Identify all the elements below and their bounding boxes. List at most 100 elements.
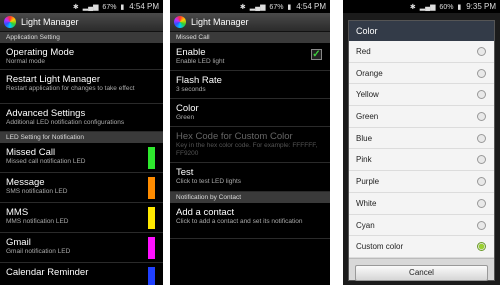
radio-button[interactable] [477, 177, 486, 187]
radio-button[interactable] [477, 68, 486, 78]
missed-call-led-item[interactable]: Missed Call Missed call notification LED [0, 143, 163, 173]
option-label: Green [356, 112, 379, 122]
item-summary: Additional LED notification configuratio… [6, 119, 125, 126]
color-option-custom[interactable]: Custom color [349, 236, 494, 258]
color-option-blue[interactable]: Blue [349, 128, 494, 150]
color-item[interactable]: Color Green [170, 99, 330, 127]
battery-level: 67% [102, 4, 117, 11]
item-title: Hex Code for Custom Color [176, 131, 293, 142]
item-title: Gmail [6, 237, 31, 248]
option-label: Yellow [356, 90, 379, 100]
led-color-swatch [148, 147, 155, 169]
color-options-list: Red Orange Yellow Green Blue Pink Purple… [349, 41, 494, 258]
color-option-white[interactable]: White [349, 193, 494, 215]
item-title: Enable [176, 47, 206, 58]
app-title-bar: Light Manager [0, 13, 163, 32]
option-label: Cyan [356, 220, 375, 230]
add-contact-item[interactable]: Add a contact Click to add a contact and… [170, 203, 330, 239]
item-title: Color [176, 103, 199, 114]
status-time: 4:54 PM [129, 2, 159, 11]
status-bar: ✱ ▂▄▆ 67% ▮ 4:54 PM [170, 0, 330, 13]
color-option-pink[interactable]: Pink [349, 149, 494, 172]
color-option-yellow[interactable]: Yellow [349, 84, 494, 107]
item-title: Advanced Settings [6, 108, 86, 119]
item-title: Test [176, 167, 194, 178]
message-led-item[interactable]: Message SMS notification LED [0, 173, 163, 203]
flash-rate-item[interactable]: Flash Rate 3 seconds [170, 71, 330, 99]
app-title-bar: Light Manager [170, 13, 330, 32]
item-summary: Missed call notification LED [6, 158, 86, 165]
option-label: Purple [356, 177, 380, 187]
option-label: Custom color [356, 242, 404, 252]
bluetooth-icon: ✱ [239, 4, 246, 11]
advanced-settings-item[interactable]: Advanced Settings Additional LED notific… [0, 104, 163, 132]
option-label: White [356, 198, 377, 208]
section-header-application-setting: Application Setting [0, 32, 163, 43]
color-option-cyan[interactable]: Cyan [349, 215, 494, 237]
signal-icon: ▂▄▆ [82, 4, 99, 11]
option-label: Pink [356, 155, 372, 165]
radio-button[interactable] [477, 198, 486, 208]
item-title: Flash Rate [176, 75, 222, 86]
color-option-green[interactable]: Green [349, 106, 494, 128]
item-title: Message [6, 177, 45, 188]
enable-led-item[interactable]: Enable Enable LED light ✓ [170, 43, 330, 71]
item-summary: Click to add a contact and set its notif… [176, 218, 303, 225]
item-summary: Click to test LED lights [176, 178, 242, 185]
section-header-missed-call: Missed Call [170, 32, 330, 43]
light-manager-app-icon [4, 16, 16, 28]
status-bar: ✱ ▂▄▆ 60% ▮ 9:35 PM [343, 0, 500, 13]
screen-main-settings: ✱ ▂▄▆ 67% ▮ 4:54 PM Light Manager Applic… [0, 0, 163, 285]
option-label: Orange [356, 68, 383, 78]
enable-checkbox[interactable]: ✓ [311, 49, 322, 60]
light-manager-app-icon [174, 16, 186, 28]
status-bar: ✱ ▂▄▆ 67% ▮ 4:54 PM [0, 0, 163, 13]
item-summary: 3 seconds [176, 86, 206, 93]
color-option-orange[interactable]: Orange [349, 63, 494, 85]
item-title: Add a contact [176, 207, 235, 218]
cancel-button[interactable]: Cancel [355, 265, 488, 281]
battery-icon: ▮ [287, 4, 292, 11]
led-color-swatch [148, 237, 155, 259]
section-header-notification-by-contact: Notification by Contact [170, 192, 330, 203]
item-title: Calendar Reminder [6, 267, 89, 278]
item-summary: Restart application for changes to take … [6, 85, 135, 92]
item-title: Missed Call [6, 147, 56, 158]
hex-code-item: Hex Code for Custom Color Key in the hex… [170, 127, 330, 163]
dialog-footer: Cancel [349, 258, 494, 281]
item-summary: Enable LED light [176, 58, 225, 65]
color-option-red[interactable]: Red [349, 41, 494, 63]
status-time: 9:35 PM [466, 2, 496, 11]
app-title: Light Manager [21, 17, 79, 27]
item-summary: Normal mode [6, 58, 46, 65]
bluetooth-icon: ✱ [72, 4, 79, 11]
radio-button[interactable] [477, 155, 486, 165]
led-color-swatch [148, 207, 155, 229]
status-time: 4:54 PM [296, 2, 326, 11]
calendar-reminder-led-item[interactable]: Calendar Reminder [0, 263, 163, 285]
color-picker-dialog: Color Red Orange Yellow Green Blue Pink … [348, 20, 495, 281]
item-title: Restart Light Manager [6, 74, 100, 85]
led-color-swatch [148, 177, 155, 199]
radio-button[interactable] [477, 220, 486, 230]
radio-button[interactable] [477, 133, 486, 143]
item-title: MMS [6, 207, 29, 218]
test-led-item[interactable]: Test Click to test LED lights [170, 163, 330, 192]
color-option-purple[interactable]: Purple [349, 171, 494, 193]
radio-button[interactable] [477, 47, 486, 56]
mms-led-item[interactable]: MMS MMS notification LED [0, 203, 163, 233]
radio-button[interactable] [477, 90, 486, 100]
screen-color-dialog: ✱ ▂▄▆ 60% ▮ 9:35 PM Color Red Orange Yel… [343, 0, 500, 285]
operating-mode-item[interactable]: Operating Mode Normal mode [0, 43, 163, 70]
restart-light-manager-item[interactable]: Restart Light Manager Restart applicatio… [0, 70, 163, 104]
item-summary: SMS notification LED [6, 188, 68, 195]
item-summary: Gmail notification LED [6, 248, 71, 255]
led-color-swatch [148, 267, 155, 285]
gmail-led-item[interactable]: Gmail Gmail notification LED [0, 233, 163, 263]
radio-button[interactable] [477, 112, 486, 122]
item-summary: MMS notification LED [6, 218, 69, 225]
screen-missed-call-settings: ✱ ▂▄▆ 67% ▮ 4:54 PM Light Manager Missed… [170, 0, 330, 285]
radio-button[interactable] [477, 242, 486, 252]
app-title: Light Manager [191, 17, 249, 27]
option-label: Red [356, 47, 371, 56]
